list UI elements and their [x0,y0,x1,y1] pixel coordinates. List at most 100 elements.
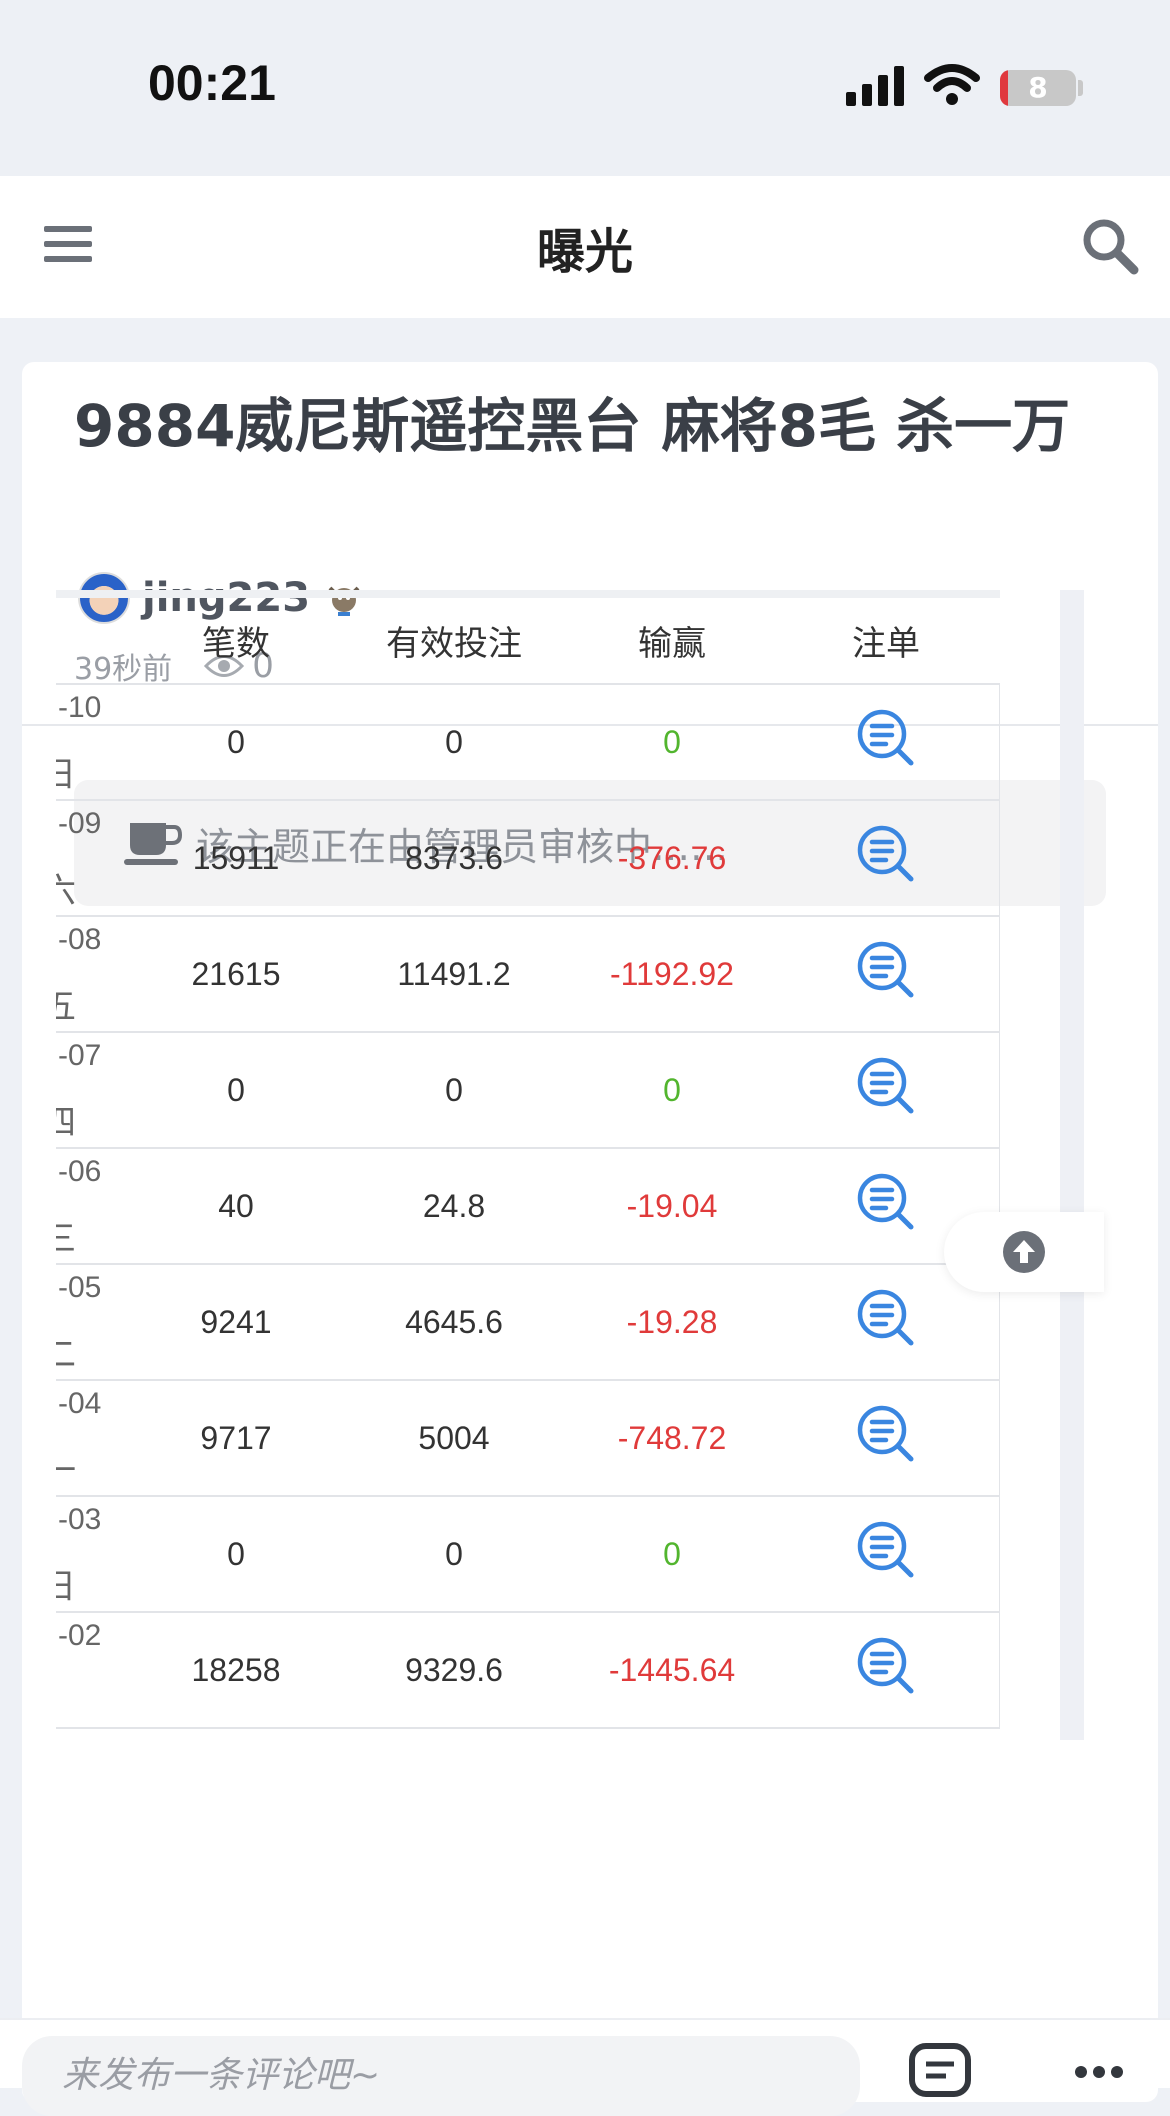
back-to-top-button[interactable] [944,1212,1104,1292]
date-text: -03 [58,1503,102,1536]
order-detail-cell[interactable] [772,1032,1000,1149]
win-loss-cell: -19.28 [572,1264,772,1381]
win-loss-cell: -19.04 [572,1148,772,1265]
order-detail-cell[interactable] [772,1612,1000,1729]
weekday-text: 三 [56,1211,76,1260]
date-text: -09 [58,807,102,840]
weekday-text: 四 [56,1095,76,1144]
post-title: 9884威尼斯遥控黑台 麻将8毛 杀一万 [74,392,1071,460]
search-icon[interactable] [1080,216,1140,276]
battery-level: 8 [1028,71,1048,104]
valid-bet-cell: 4645.6 [336,1264,572,1381]
page-title: 曝光 [536,224,633,280]
date-text: -10 [58,691,102,724]
valid-bet-cell: 11491.2 [336,916,572,1033]
count-cell: 0 [136,1032,336,1149]
count-cell: 0 [136,684,336,801]
order-detail-cell[interactable] [772,1496,1000,1613]
order-detail-cell[interactable] [772,1380,1000,1497]
betting-record-table[interactable]: 笔数 有效投注 输赢 注单 -10日000-09六159118373.6-376… [56,590,1000,1760]
table-row: -08 五 2161511491.2-1192.92 [56,916,1000,1033]
table-row: -06 三 4024.8-19.04 [56,1148,1000,1265]
date-cell: -09 六 [56,800,136,917]
col-header-valid-bet: 有效投注 [336,598,572,685]
wifi-icon [924,64,980,105]
table-row: -03日000 [56,1496,1000,1613]
date-cell: -04 一 [56,1380,136,1497]
order-detail-search-icon[interactable] [856,1520,916,1580]
win-loss-cell: -1445.64 [572,1612,772,1729]
date-text: -05 [58,1271,102,1304]
count-cell: 18258 [136,1612,336,1729]
count-cell: 21615 [136,916,336,1033]
win-loss-cell: 0 [572,1032,772,1149]
weekday-text: 日 [56,747,76,796]
date-cell: -02 [56,1612,136,1729]
table-row: -09 六 159118373.6-376.76 [56,800,1000,917]
order-detail-search-icon[interactable] [856,1404,916,1464]
table-row: -04 一 97175004-748.72 [56,1380,1000,1497]
date-cell: -07 四 [56,1032,136,1149]
weekday-text: 日 [56,1559,76,1608]
status-time: 00:21 [148,55,276,111]
more-options-icon[interactable] [1074,2064,1124,2080]
weekday-text: 五 [56,979,76,1028]
valid-bet-cell: 24.8 [336,1148,572,1265]
comment-bar: 来发布一条评论吧~ [0,2018,1170,2116]
valid-bet-cell: 9329.6 [336,1612,572,1729]
count-cell: 9241 [136,1264,336,1381]
valid-bet-cell: 8373.6 [336,800,572,917]
count-cell: 9717 [136,1380,336,1497]
count-cell: 15911 [136,800,336,917]
order-detail-cell[interactable] [772,684,1000,801]
win-loss-cell: -376.76 [572,800,772,917]
col-header-win-loss: 输赢 [572,598,772,685]
weekday-text: 二 [56,1327,76,1376]
date-cell: -06 三 [56,1148,136,1265]
win-loss-cell: 0 [572,684,772,801]
order-detail-search-icon[interactable] [856,824,916,884]
win-loss-cell: -1192.92 [572,916,772,1033]
order-detail-search-icon[interactable] [856,940,916,1000]
comment-input[interactable]: 来发布一条评论吧~ [22,2036,860,2116]
count-cell: 0 [136,1496,336,1613]
date-text: -08 [58,923,102,956]
order-detail-cell[interactable] [772,800,1000,917]
col-header-date [56,598,136,685]
table-row: -05 二 92414645.6-19.28 [56,1264,1000,1381]
win-loss-cell: 0 [572,1496,772,1613]
valid-bet-cell: 0 [336,1032,572,1149]
navbar: 曝光 [0,176,1170,318]
date-text: -04 [58,1387,102,1420]
table-row: -02 18258 9329.6 -1445.64 [56,1612,1000,1729]
order-detail-search-icon[interactable] [856,708,916,768]
cellular-signal-icon [846,66,904,106]
table-row: -07四000 [56,1032,1000,1149]
date-cell: -05 二 [56,1264,136,1381]
order-detail-cell[interactable] [772,916,1000,1033]
order-detail-search-icon[interactable] [856,1288,916,1348]
valid-bet-cell: 5004 [336,1380,572,1497]
weekday-text: 一 [56,1443,76,1492]
order-detail-search-icon[interactable] [856,1636,916,1696]
order-detail-search-icon[interactable] [856,1056,916,1116]
date-cell: -10 日 [56,684,136,801]
valid-bet-cell: 0 [336,1496,572,1613]
date-text: -02 [58,1619,102,1652]
valid-bet-cell: 0 [336,684,572,801]
table-header-row: 笔数 有效投注 输赢 注单 [56,598,1000,685]
arrow-up-circle-icon [1003,1231,1045,1273]
status-bar: 00:21 8 [0,0,1170,176]
comment-icon[interactable] [908,2042,972,2102]
col-header-orders: 注单 [772,598,1000,685]
battery-indicator: 8 [1000,70,1076,106]
table-scrollbar[interactable] [1060,590,1084,1740]
date-cell: -03 日 [56,1496,136,1613]
date-text: -06 [58,1155,102,1188]
date-cell: -08 五 [56,916,136,1033]
win-loss-cell: -748.72 [572,1380,772,1497]
order-detail-search-icon[interactable] [856,1172,916,1232]
table-row: -10日000 [56,684,1000,801]
col-header-count: 笔数 [136,598,336,685]
weekday-text: 六 [56,863,76,912]
